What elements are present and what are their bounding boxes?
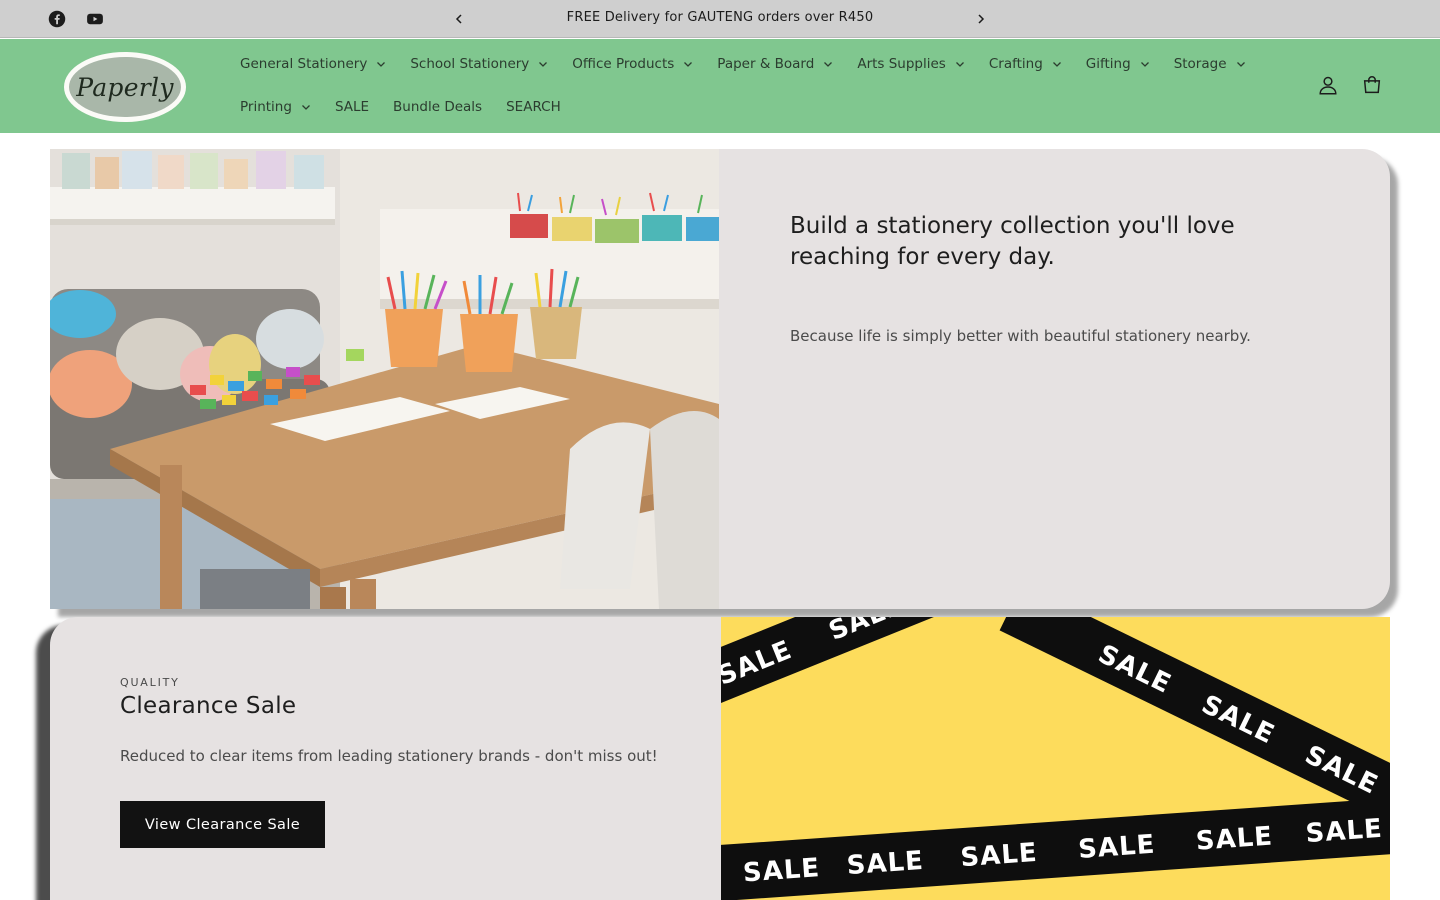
- hero-title: Build a stationery collection you'll lov…: [790, 213, 1235, 270]
- tape-text: SALE: [742, 853, 821, 888]
- nav-item-label: Paper & Board: [717, 56, 815, 72]
- nav-item-label: School Stationery: [410, 56, 530, 72]
- nav-item-label: General Stationery: [240, 56, 368, 72]
- nav-item-office-products[interactable]: Office Products: [560, 56, 705, 72]
- clearance-description: Reduced to clear items from leading stat…: [120, 747, 658, 765]
- nav-item-paper-board[interactable]: Paper & Board: [705, 56, 845, 72]
- nav-item-printing[interactable]: Printing: [228, 99, 323, 115]
- chevron-right-icon: [978, 14, 985, 24]
- tape-text: SALE: [1077, 830, 1156, 865]
- chevron-left-icon: [455, 14, 462, 24]
- tape-text: SALE: [1195, 821, 1274, 856]
- chevron-down-icon: [683, 59, 693, 69]
- nav-item-label: Storage: [1173, 56, 1227, 72]
- paperly-logo[interactable]: Paperly: [64, 52, 186, 122]
- main-nav-row-2: Printing SALE Bundle Deals SEARCH: [228, 94, 573, 120]
- chevron-down-icon: [823, 59, 833, 69]
- clearance-text-block: QUALITY Clearance Sale Reduced to clear …: [120, 676, 658, 765]
- nav-item-label: Arts Supplies: [857, 56, 946, 72]
- hero-subtitle: Because life is simply better with beaut…: [790, 327, 1251, 345]
- nav-item-label: Crafting: [988, 56, 1043, 72]
- chevron-down-icon: [301, 102, 311, 112]
- view-clearance-sale-button[interactable]: View Clearance Sale: [120, 801, 325, 848]
- announcement-text: FREE Delivery for GAUTENG orders over R4…: [566, 10, 874, 25]
- nav-item-label: SALE: [334, 99, 370, 115]
- youtube-icon[interactable]: [85, 9, 105, 29]
- nav-item-label: SEARCH: [506, 99, 561, 115]
- nav-item-bundle-deals[interactable]: Bundle Deals: [381, 99, 494, 115]
- account-icon[interactable]: [1316, 73, 1340, 97]
- site-header: Paperly General Stationery School Station…: [0, 39, 1440, 133]
- nav-item-label: Bundle Deals: [393, 99, 483, 115]
- chevron-down-icon: [1236, 59, 1246, 69]
- facebook-icon[interactable]: [47, 9, 67, 29]
- nav-item-storage[interactable]: Storage: [1162, 56, 1258, 72]
- section-eyebrow: QUALITY: [120, 676, 180, 689]
- nav-item-school-stationery[interactable]: School Stationery: [398, 56, 560, 72]
- sale-tape-image: SALE SALE SALE SALE SALE SALE SALE SALE …: [721, 617, 1390, 900]
- tape-text: SALE: [960, 838, 1039, 873]
- nav-item-gifting[interactable]: Gifting: [1074, 56, 1162, 72]
- nav-item-arts-supplies[interactable]: Arts Supplies: [845, 56, 977, 72]
- announcement-next-button[interactable]: [972, 10, 990, 28]
- chevron-down-icon: [955, 59, 965, 69]
- clearance-title: Clearance Sale: [120, 693, 297, 719]
- nav-item-label: Office Products: [572, 56, 675, 72]
- logo-badge: Paperly: [69, 57, 181, 117]
- main-nav-row-1: General Stationery School Stationery Offic…: [228, 51, 1258, 77]
- announcement-bar: FREE Delivery for GAUTENG orders over R4…: [0, 0, 1440, 38]
- nav-item-label: Gifting: [1085, 56, 1131, 72]
- announcement-prev-button[interactable]: [450, 10, 468, 28]
- hero-image-playroom: [50, 149, 719, 609]
- clearance-sale-section: QUALITY Clearance Sale Reduced to clear …: [50, 617, 1390, 900]
- chevron-down-icon: [376, 59, 386, 69]
- cart-icon[interactable]: [1360, 73, 1384, 97]
- chevron-down-icon: [1052, 59, 1062, 69]
- chevron-down-icon: [538, 59, 548, 69]
- tape-text: SALE: [846, 846, 925, 881]
- chevron-down-icon: [1140, 59, 1150, 69]
- nav-item-crafting[interactable]: Crafting: [977, 56, 1074, 72]
- nav-item-label: Printing: [240, 99, 292, 115]
- hero-text-block: Build a stationery collection you'll lov…: [790, 211, 1330, 345]
- clearance-sale-card: QUALITY Clearance Sale Reduced to clear …: [50, 617, 721, 900]
- tape-text: SALE: [1305, 814, 1384, 849]
- nav-item-general-stationery[interactable]: General Stationery: [228, 56, 398, 72]
- hero-banner: Build a stationery collection you'll lov…: [50, 149, 1390, 609]
- nav-item-search[interactable]: SEARCH: [494, 99, 573, 115]
- nav-item-sale[interactable]: SALE: [323, 99, 381, 115]
- logo-text: Paperly: [76, 72, 174, 102]
